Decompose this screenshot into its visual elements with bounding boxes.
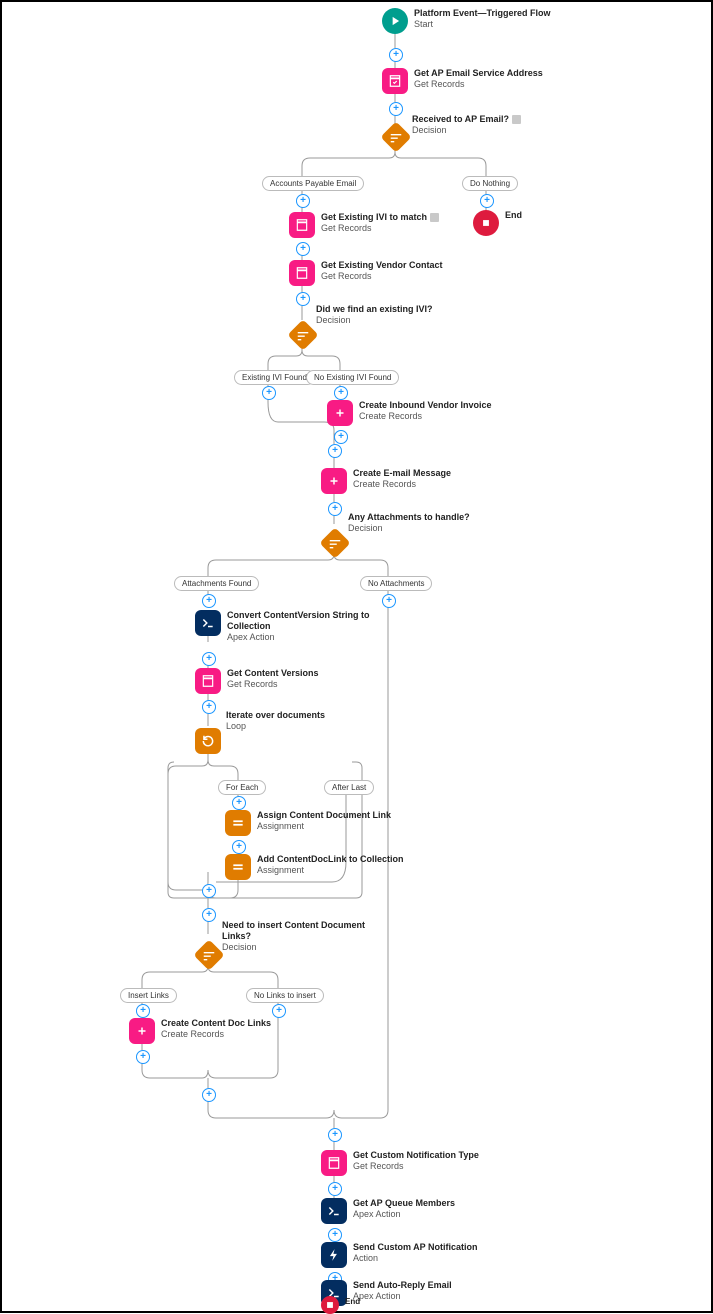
node-title: Get AP Email Service Address [414, 68, 543, 79]
branch-pill-for-each[interactable]: For Each [218, 780, 266, 795]
create-ivi-node[interactable]: Create Inbound Vendor InvoiceCreate Reco… [327, 400, 492, 426]
add-button[interactable]: + [136, 1050, 150, 1064]
branch-pill-insert-links[interactable]: Insert Links [120, 988, 177, 1003]
add-button[interactable]: + [232, 840, 246, 854]
add-button[interactable]: + [328, 444, 342, 458]
get-ap-email-node[interactable]: Get AP Email Service AddressGet Records [382, 68, 543, 94]
branch-pill-ap-email[interactable]: Accounts Payable Email [262, 176, 364, 191]
apex-icon [321, 1198, 347, 1224]
add-button[interactable]: + [232, 796, 246, 810]
loop-label: Iterate over documentsLoop [226, 710, 325, 732]
add-button[interactable]: + [328, 502, 342, 516]
add-button[interactable]: + [334, 430, 348, 444]
get-records-icon [289, 260, 315, 286]
decision-ap-label: Received to AP Email? Decision [412, 114, 521, 136]
action-icon [321, 1242, 347, 1268]
decision-icon [193, 939, 224, 970]
add-button[interactable]: + [202, 594, 216, 608]
create-links-node[interactable]: Create Content Doc LinksCreate Records [129, 1018, 271, 1044]
decision-links[interactable] [196, 942, 222, 968]
decision-attachments[interactable] [322, 530, 348, 556]
stop-icon [321, 1296, 339, 1314]
note-icon [430, 213, 439, 222]
decision-ivi-label: Did we find an existing IVI?Decision [316, 304, 433, 326]
end-node-top[interactable]: End [473, 210, 522, 236]
add-cdl-collection-node[interactable]: Add ContentDocLink to CollectionAssignme… [225, 854, 404, 880]
add-button[interactable]: + [334, 386, 348, 400]
get-vendor-node[interactable]: Get Existing Vendor ContactGet Records [289, 260, 443, 286]
get-records-icon [382, 68, 408, 94]
add-button[interactable]: + [202, 700, 216, 714]
add-button[interactable]: + [328, 1182, 342, 1196]
get-records-icon [321, 1150, 347, 1176]
branch-pill-after-last[interactable]: After Last [324, 780, 374, 795]
add-button[interactable]: + [296, 242, 310, 256]
get-ivi-node[interactable]: Get Existing IVI to matchGet Records [289, 212, 439, 238]
add-button[interactable]: + [328, 1128, 342, 1142]
branch-pill-no-ivi[interactable]: No Existing IVI Found [306, 370, 399, 385]
add-button[interactable]: + [328, 1228, 342, 1242]
node-sub: Get Records [414, 79, 543, 90]
add-button[interactable]: + [296, 194, 310, 208]
add-button[interactable]: + [202, 1088, 216, 1102]
add-button[interactable]: + [296, 292, 310, 306]
decision-icon [287, 319, 318, 350]
add-button[interactable]: + [202, 908, 216, 922]
decision-ivi[interactable] [290, 322, 316, 348]
get-cv-node[interactable]: Get Content VersionsGet Records [195, 668, 319, 694]
get-records-icon [195, 668, 221, 694]
flow-canvas: Platform Event—Triggered FlowStart + Get… [0, 0, 713, 1313]
branch-pill-do-nothing[interactable]: Do Nothing [462, 176, 518, 191]
connectors [2, 2, 711, 1311]
convert-cv-node[interactable]: Convert ContentVersion String to Collect… [195, 610, 387, 643]
add-button[interactable]: + [480, 194, 494, 208]
add-button[interactable]: + [389, 48, 403, 62]
add-button[interactable]: + [272, 1004, 286, 1018]
start-node[interactable]: Platform Event—Triggered FlowStart [382, 8, 551, 34]
start-title: Platform Event—Triggered Flow [414, 8, 551, 19]
stop-icon [473, 210, 499, 236]
loop-icon [195, 728, 221, 754]
decision-att-label: Any Attachments to handle?Decision [348, 512, 470, 534]
add-button[interactable]: + [262, 386, 276, 400]
add-button[interactable]: + [382, 594, 396, 608]
create-records-icon [327, 400, 353, 426]
assignment-icon [225, 810, 251, 836]
loop-node[interactable] [195, 728, 221, 754]
branch-pill-existing-ivi[interactable]: Existing IVI Found [234, 370, 315, 385]
decision-ap-email[interactable] [383, 124, 409, 150]
branch-pill-no-att[interactable]: No Attachments [360, 576, 432, 591]
create-records-icon [321, 468, 347, 494]
add-button[interactable]: + [202, 884, 216, 898]
assign-cdl-node[interactable]: Assign Content Document LinkAssignment [225, 810, 391, 836]
decision-links-label: Need to insert Content Document Links?De… [222, 920, 382, 953]
send-notif-node[interactable]: Send Custom AP NotificationAction [321, 1242, 478, 1268]
branch-pill-no-links[interactable]: No Links to insert [246, 988, 324, 1003]
branch-pill-att-found[interactable]: Attachments Found [174, 576, 259, 591]
apex-icon [195, 610, 221, 636]
create-email-node[interactable]: Create E-mail MessageCreate Records [321, 468, 451, 494]
create-records-icon [129, 1018, 155, 1044]
get-records-icon [289, 212, 315, 238]
assignment-icon [225, 854, 251, 880]
play-icon [382, 8, 408, 34]
start-sub: Start [414, 19, 551, 30]
decision-icon [319, 527, 350, 558]
decision-icon [380, 121, 411, 152]
add-button[interactable]: + [136, 1004, 150, 1018]
add-button[interactable]: + [202, 652, 216, 666]
note-icon [512, 115, 521, 124]
get-notif-type-node[interactable]: Get Custom Notification TypeGet Records [321, 1150, 479, 1176]
end-node-bottom[interactable]: End [321, 1296, 360, 1314]
add-button[interactable]: + [389, 102, 403, 116]
get-queue-node[interactable]: Get AP Queue MembersApex Action [321, 1198, 455, 1224]
